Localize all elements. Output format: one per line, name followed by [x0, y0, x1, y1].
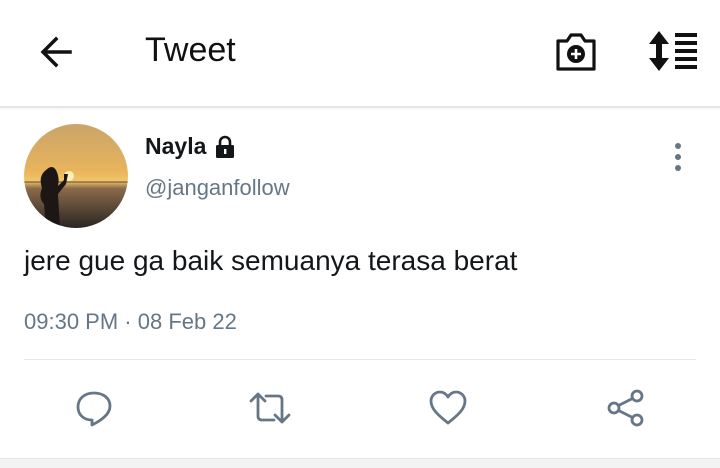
reply-button[interactable]: [74, 388, 114, 428]
tweet-text: jere gue ga baik semuanya terasa berat: [24, 245, 518, 276]
camera-button[interactable]: [553, 28, 599, 74]
tweet-date: 08 Feb 22: [137, 309, 237, 334]
avatar-photo: [24, 124, 128, 228]
retweet-icon: [249, 392, 291, 424]
retweet-button[interactable]: [248, 388, 291, 428]
like-button[interactable]: [428, 388, 468, 428]
sort-list-icon: [649, 31, 697, 71]
meta-separator: ·: [124, 309, 132, 334]
top-app-bar: Tweet: [0, 0, 720, 108]
arrow-left-icon: [40, 36, 72, 68]
author-name[interactable]: Nayla: [145, 133, 206, 160]
author-handle[interactable]: @janganfollow: [145, 175, 290, 201]
back-button[interactable]: [36, 32, 76, 72]
author-row: Nayla: [145, 133, 236, 160]
camera-plus-icon: [556, 33, 596, 71]
more-vertical-icon: [675, 143, 681, 171]
reply-icon: [76, 391, 112, 427]
tweet-timestamp: 09:30 PM · 08 Feb 22: [24, 309, 237, 335]
lock-icon: [216, 135, 235, 158]
tweet-time: 09:30 PM: [24, 309, 119, 334]
share-button[interactable]: [605, 388, 645, 428]
avatar[interactable]: [24, 124, 128, 228]
share-icon: [607, 389, 644, 427]
more-options-button[interactable]: [666, 140, 690, 174]
page-title: Tweet: [145, 31, 236, 69]
sort-button[interactable]: [645, 28, 699, 74]
heart-icon: [429, 390, 467, 425]
divider: [24, 359, 696, 360]
